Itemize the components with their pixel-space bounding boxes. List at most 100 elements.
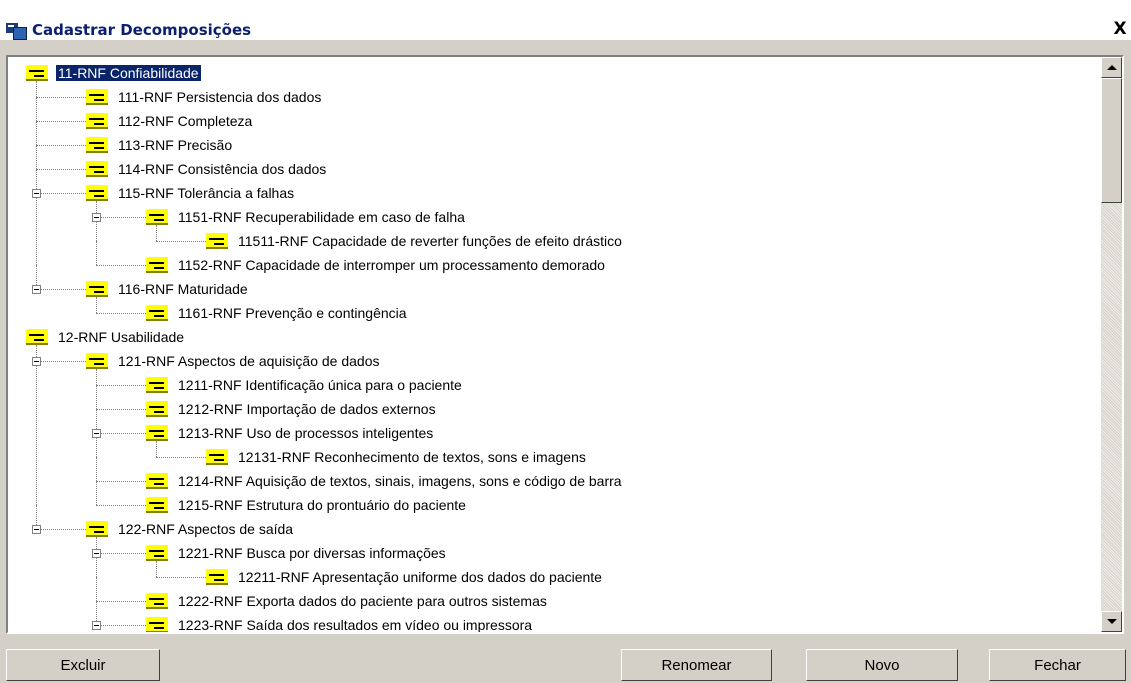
tree-node[interactable]: 1215-RNF Estrutura do prontuário do paci… — [146, 494, 468, 516]
requirement-icon — [146, 401, 170, 417]
decomposition-tree[interactable]: 11-RNF Confiabilidade 111-RNF Persistenci… — [6, 55, 1124, 634]
tree-node-label: 11511-RNF Capacidade de reverter funções… — [238, 233, 622, 249]
collapse-icon[interactable] — [32, 525, 41, 534]
tree-node[interactable]: 116-RNF Maturidade — [86, 278, 250, 300]
tree-connector-line — [96, 553, 146, 554]
tree-node[interactable]: 1222-RNF Exporta dados do paciente para … — [146, 590, 549, 612]
fechar-button[interactable]: Fechar — [989, 649, 1126, 681]
tree-connector-line — [96, 481, 146, 482]
collapse-icon[interactable] — [32, 285, 41, 294]
title-caption: Cadastrar Decomposições — [6, 18, 251, 42]
requirement-icon — [86, 353, 110, 369]
tree-connector-line — [96, 385, 146, 386]
requirement-icon — [146, 593, 170, 609]
collapse-icon[interactable] — [32, 357, 41, 366]
tree-connector-line — [96, 409, 146, 410]
renomear-button[interactable]: Renomear — [621, 649, 772, 681]
requirement-icon — [146, 425, 170, 441]
tree-node[interactable]: 114-RNF Consistência dos dados — [86, 158, 328, 180]
tree-node[interactable]: 1212-RNF Importação de dados externos — [146, 398, 438, 420]
tree-connector-line — [96, 433, 146, 434]
tree-node-label: 122-RNF Aspectos de saída — [118, 521, 294, 537]
collapse-icon[interactable] — [92, 549, 101, 558]
excluir-button[interactable]: Excluir — [6, 649, 160, 681]
tree-connector-line — [96, 265, 146, 266]
tree-connector-line — [36, 121, 86, 122]
tree-node[interactable]: 1223-RNF Saída dos resultados em vídeo o… — [146, 614, 534, 632]
tree-node-label: 121-RNF Aspectos de aquisição de dados — [118, 353, 380, 369]
tree-node-label: 12-RNF Usabilidade — [58, 329, 185, 345]
tree-connector-line — [36, 193, 37, 265]
requirement-icon — [26, 329, 50, 345]
tree-node-label: 113-RNF Precisão — [118, 137, 233, 153]
title-bar: Cadastrar Decomposições X — [0, 0, 1131, 40]
scroll-up-button[interactable] — [1101, 57, 1122, 78]
arrow-up-icon — [1107, 65, 1117, 70]
tree-node[interactable]: 1221-RNF Busca por diversas informações — [146, 542, 448, 564]
tree-node-label: 1211-RNF Identificação única para o paci… — [178, 377, 462, 393]
requirement-icon — [146, 305, 170, 321]
requirement-icon — [86, 161, 110, 177]
tree-connector-line — [96, 385, 97, 409]
tree-node-label: 115-RNF Tolerância a falhas — [118, 185, 295, 201]
tree-node[interactable]: 12-RNF Usabilidade — [26, 326, 186, 348]
collapse-icon[interactable] — [92, 621, 101, 630]
requirement-icon — [86, 281, 110, 297]
tree-node[interactable]: 1211-RNF Identificação única para o paci… — [146, 374, 464, 396]
close-button[interactable]: X — [1111, 19, 1129, 39]
tree-node[interactable]: 1214-RNF Aquisição de textos, sinais, im… — [146, 470, 624, 492]
scroll-thumb[interactable] — [1101, 78, 1122, 203]
requirement-icon — [206, 449, 230, 465]
requirement-icon — [146, 473, 170, 489]
tree-node[interactable]: 112-RNF Completeza — [86, 110, 254, 132]
requirement-icon — [146, 545, 170, 561]
tree-node-label: 1213-RNF Uso de processos inteligentes — [178, 425, 434, 441]
tree-node[interactable]: 115-RNF Tolerância a falhas — [86, 182, 296, 204]
tree-connector-line — [96, 505, 146, 506]
scroll-down-button[interactable] — [1101, 611, 1122, 632]
tree-node[interactable]: 1213-RNF Uso de processos inteligentes — [146, 422, 435, 444]
collapse-icon[interactable] — [32, 189, 41, 198]
tree-node[interactable]: 1161-RNF Prevenção e contingência — [146, 302, 409, 324]
requirement-icon — [86, 89, 110, 105]
tree-connector-line — [96, 601, 146, 602]
requirement-icon — [146, 209, 170, 225]
novo-button[interactable]: Novo — [806, 649, 958, 681]
collapse-icon[interactable] — [92, 429, 101, 438]
tree-connector-line — [36, 145, 86, 146]
tree-node-label: 111-RNF Persistencia dos dados — [118, 89, 322, 105]
tree-node-label: 114-RNF Consistência dos dados — [118, 161, 327, 177]
tree-connector-line — [96, 313, 146, 314]
tree-node[interactable]: 111-RNF Persistencia dos dados — [86, 86, 323, 108]
requirement-icon — [86, 137, 110, 153]
arrow-down-icon — [1107, 619, 1117, 624]
tree-node[interactable]: 11-RNF Confiabilidade — [26, 62, 201, 84]
tree-node-label: 1215-RNF Estrutura do prontuário do paci… — [178, 497, 466, 513]
tree-node[interactable]: 1152-RNF Capacidade de interromper um pr… — [146, 254, 607, 276]
tree-node[interactable]: 121-RNF Aspectos de aquisição de dados — [86, 350, 382, 372]
vertical-scrollbar[interactable] — [1101, 57, 1122, 632]
tree-node[interactable]: 122-RNF Aspectos de saída — [86, 518, 295, 540]
requirement-icon — [146, 497, 170, 513]
tree-node[interactable]: 11511-RNF Capacidade de reverter funções… — [206, 230, 624, 252]
tree-node-label: 1152-RNF Capacidade de interromper um pr… — [178, 257, 605, 273]
tree-connector-line — [36, 97, 86, 98]
tree-node[interactable]: 12211-RNF Apresentação uniforme dos dado… — [206, 566, 604, 588]
tree-connector-line — [36, 529, 86, 530]
tree-content: 11-RNF Confiabilidade 111-RNF Persistenci… — [8, 57, 1101, 632]
tree-node-label: 112-RNF Completeza — [118, 113, 253, 129]
tree-connector-line — [96, 577, 97, 601]
tree-connector-line — [36, 193, 86, 194]
tree-node[interactable]: 113-RNF Precisão — [86, 134, 234, 156]
tree-node-label: 12131-RNF Reconhecimento de textos, sons… — [238, 449, 586, 465]
requirement-icon — [86, 521, 110, 537]
tree-node[interactable]: 12131-RNF Reconhecimento de textos, sons… — [206, 446, 588, 468]
tree-node[interactable]: 1151-RNF Recuperabilidade em caso de fal… — [146, 206, 467, 228]
requirement-icon — [26, 65, 50, 81]
tree-connector-line — [96, 457, 97, 481]
collapse-icon[interactable] — [92, 213, 101, 222]
tree-node-label: 1214-RNF Aquisição de textos, sinais, im… — [178, 473, 622, 489]
tree-node-label: 116-RNF Maturidade — [118, 281, 248, 297]
tree-connector-line — [36, 145, 37, 169]
tree-connector-line — [36, 361, 37, 505]
